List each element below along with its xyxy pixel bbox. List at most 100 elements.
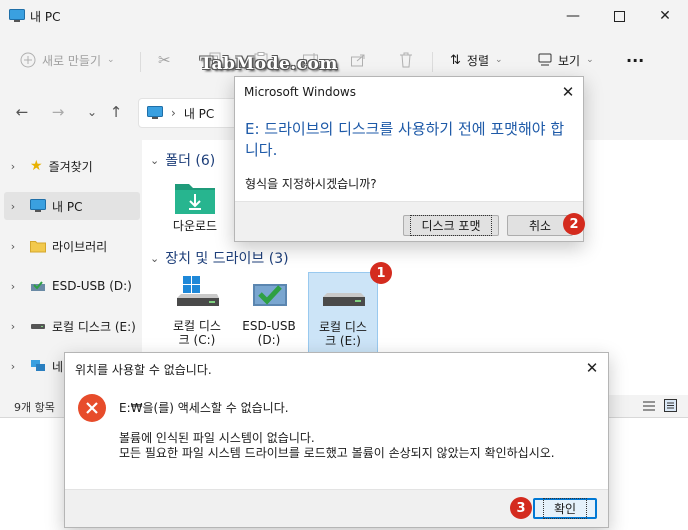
error-message: E:₩을(를) 액세스할 수 없습니다. (119, 401, 289, 415)
sort-icon: ⇅ (450, 52, 461, 68)
sidebar-item-label: 내 PC (52, 199, 83, 214)
cancel-label: 취소 (528, 219, 552, 233)
file-label: 다운로드 (172, 219, 218, 233)
view-icon (538, 53, 552, 66)
chevron-down-icon: ⌄ (107, 55, 115, 65)
ok-button[interactable]: 확인 (533, 498, 597, 519)
drive-local-disk-e[interactable]: 로컬 디스 크 (E:) (308, 272, 378, 356)
title-bar: 내 PC — ✕ (0, 0, 688, 32)
sidebar-item-esd-usb[interactable]: › ESD-USB (D:) (4, 272, 140, 300)
chevron-right-icon: › (10, 239, 16, 253)
command-bar: 새로 만들기 ⌄ ✂ ⇅ 정렬 ⌄ 보기 ⌄ ··· (0, 40, 688, 80)
sidebar-item-favorites[interactable]: › ★ 즐겨찾기 (4, 152, 140, 180)
share-button[interactable] (351, 48, 367, 72)
file-label: ESD-USB (D:) (242, 319, 296, 347)
monitor-icon (30, 199, 46, 212)
error-icon (78, 394, 106, 422)
drive-icon (31, 324, 45, 329)
chevron-down-icon: ⌄ (586, 55, 594, 65)
chevron-right-icon: › (10, 279, 16, 293)
share-icon (351, 54, 365, 67)
sidebar-item-label: 네 (52, 359, 64, 374)
folders-group-header[interactable]: ⌄ 폴더 (6) (150, 150, 215, 170)
format-dialog-question: 형식을 지정하시겠습니까? (245, 177, 377, 191)
more-options-button[interactable]: ··· (626, 48, 644, 72)
cut-button[interactable]: ✂ (158, 48, 171, 72)
drive-icon (323, 293, 365, 306)
drive-local-disk-c[interactable]: 로컬 디스 크 (C:) (162, 274, 232, 352)
plus-circle-icon (20, 52, 36, 68)
step-badge-2: 2 (563, 213, 585, 235)
sidebar-item-label: 로컬 디스크 (E:) (52, 319, 136, 334)
format-disk-button[interactable]: 디스크 포맷 (403, 215, 499, 236)
trash-icon (400, 52, 412, 68)
monitor-icon (9, 9, 25, 22)
chevron-right-icon: › (10, 319, 16, 333)
up-button[interactable]: ↑ (106, 102, 126, 122)
ok-label: 확인 (542, 498, 588, 519)
format-dialog-title: Microsoft Windows (244, 85, 356, 99)
step-badge-3: 3 (510, 497, 532, 519)
usb-drive-icon (31, 281, 45, 291)
chevron-down-icon: ⌄ (150, 251, 160, 265)
chevron-right-icon: › (10, 159, 16, 173)
usb-drive-icon (253, 284, 287, 306)
recent-locations-button[interactable]: ⌄ (82, 102, 102, 122)
toolbar-divider (140, 52, 141, 72)
item-count: 9개 항목 (14, 401, 55, 414)
maximize-button[interactable] (596, 0, 642, 32)
folder-downloads[interactable]: 다운로드 (160, 178, 230, 233)
sidebar-item-this-pc[interactable]: › 내 PC (4, 192, 140, 220)
format-dialog-footer: 디스크 포맷 취소 (235, 201, 583, 241)
chevron-right-icon: › (10, 359, 16, 373)
maximize-icon (613, 10, 625, 22)
window-title: 내 PC (30, 10, 61, 24)
sidebar-item-label: 라이브러리 (52, 239, 108, 254)
step-badge-1: 1 (370, 262, 392, 284)
devices-header-label: 장치 및 드라이브 (3) (165, 251, 289, 267)
folders-header-label: 폴더 (6) (165, 153, 216, 169)
sidebar-item-label: 즐겨찾기 (48, 159, 93, 174)
forward-button[interactable]: → (48, 102, 68, 122)
file-label: 로컬 디스 크 (C:) (173, 319, 221, 347)
devices-group-header[interactable]: ⌄ 장치 및 드라이브 (3) (150, 248, 289, 268)
watermark-logo: TabMode.com (200, 54, 338, 74)
back-button[interactable]: ← (12, 102, 32, 122)
close-button[interactable]: ✕ (642, 0, 688, 32)
sidebar-item-libraries[interactable]: › 라이브러리 (4, 232, 140, 260)
minimize-button[interactable]: — (550, 0, 596, 32)
tiles-view-icon[interactable] (664, 399, 677, 412)
scissors-icon: ✂ (158, 51, 171, 69)
network-icon (31, 360, 45, 371)
error-detail-line2: 모든 필요한 파일 시스템 드라이브를 로드했고 볼륨이 손상되지 않았는지 확… (119, 446, 555, 460)
windows-drive-icon (177, 276, 219, 306)
sort-button[interactable]: ⇅ 정렬 ⌄ (450, 48, 503, 72)
toolbar-divider (432, 52, 433, 72)
new-button[interactable]: 새로 만들기 ⌄ (20, 48, 115, 72)
format-dialog-heading: E: 드라이브의 디스크를 사용하기 전에 포맷해야 합니다. (245, 120, 565, 159)
view-button[interactable]: 보기 ⌄ (538, 48, 594, 72)
folder-icon (30, 241, 46, 253)
downloads-folder-icon (175, 184, 215, 214)
error-dialog-title: 위치를 사용할 수 없습니다. (75, 363, 212, 377)
file-label: 로컬 디스 크 (E:) (319, 320, 367, 348)
breadcrumb-location: 내 PC (183, 106, 215, 121)
monitor-icon (147, 106, 163, 119)
details-view-icon[interactable] (643, 400, 655, 412)
sidebar-item-label: ESD-USB (D:) (52, 279, 132, 293)
format-disk-label: 디스크 포맷 (410, 215, 492, 236)
breadcrumb-chevron-icon: › (171, 106, 176, 120)
star-icon: ★ (30, 158, 43, 174)
view-label: 보기 (558, 53, 581, 68)
chevron-down-icon: ⌄ (150, 153, 160, 167)
chevron-down-icon: ⌄ (495, 55, 503, 65)
sidebar-item-local-disk-e[interactable]: › 로컬 디스크 (E:) (4, 312, 140, 340)
sort-label: 정렬 (466, 53, 489, 68)
format-dialog: Microsoft Windows ✕ E: 드라이브의 디스크를 사용하기 전… (234, 76, 584, 242)
address-bar[interactable]: › 내 PC (138, 98, 248, 128)
drive-esd-usb[interactable]: ESD-USB (D:) (234, 274, 304, 352)
new-label: 새로 만들기 (42, 53, 102, 68)
format-dialog-close-button[interactable]: ✕ (557, 81, 579, 103)
error-dialog-close-button[interactable]: ✕ (581, 357, 603, 379)
delete-button[interactable] (399, 48, 413, 72)
